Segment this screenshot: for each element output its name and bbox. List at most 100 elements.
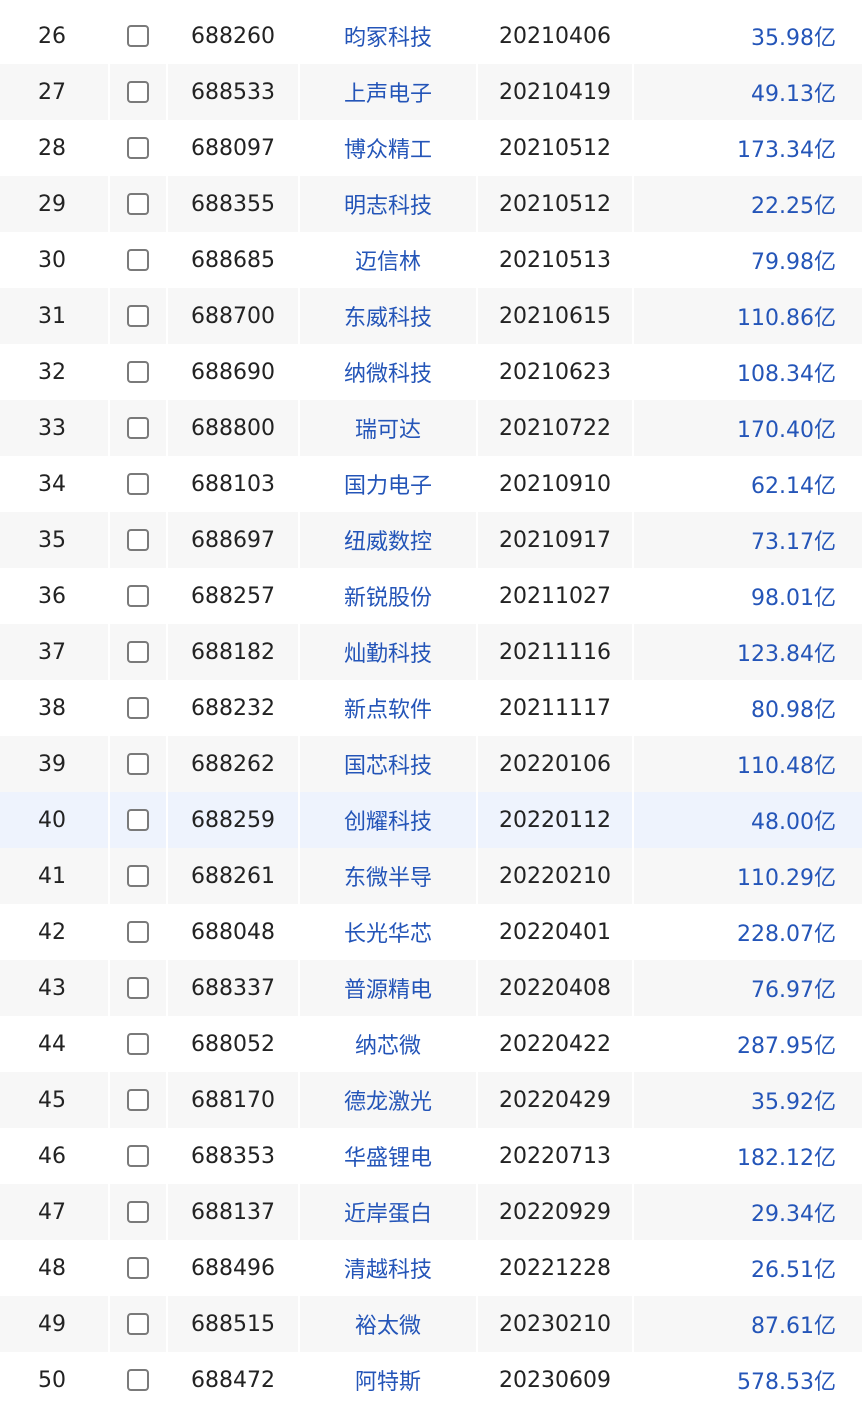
stock-name-link[interactable]: 近岸蛋白 [300,1184,478,1240]
table-row[interactable]: 49 688515 裕太微 20230210 87.61亿 [0,1296,868,1352]
market-cap-link[interactable]: 76.97亿 [634,960,858,1016]
market-cap-link[interactable]: 123.84亿 [634,624,858,680]
table-row[interactable]: 27 688533 上声电子 20210419 49.13亿 [0,64,868,120]
table-row[interactable]: 34 688103 国力电子 20210910 62.14亿 [0,456,868,512]
market-cap-link[interactable]: 182.12亿 [634,1128,858,1184]
market-cap-link[interactable]: 49.13亿 [634,64,858,120]
stock-name-link[interactable]: 阿特斯 [300,1352,478,1408]
table-row[interactable]: 50 688472 阿特斯 20230609 578.53亿 [0,1352,868,1408]
row-checkbox[interactable] [127,585,149,607]
table-row[interactable]: 33 688800 瑞可达 20210722 170.40亿 [0,400,868,456]
stock-name-link[interactable]: 迈信林 [300,232,478,288]
stock-name-link[interactable]: 纳微科技 [300,344,478,400]
row-checkbox[interactable] [127,641,149,663]
row-checkbox[interactable] [127,1145,149,1167]
row-checkbox[interactable] [127,1033,149,1055]
market-cap-link[interactable]: 110.48亿 [634,736,858,792]
table-row[interactable]: 36 688257 新锐股份 20211027 98.01亿 [0,568,868,624]
stock-name-link[interactable]: 上声电子 [300,64,478,120]
stock-name-link[interactable]: 纳芯微 [300,1016,478,1072]
table-row[interactable]: 30 688685 迈信林 20210513 79.98亿 [0,232,868,288]
row-checkbox[interactable] [127,249,149,271]
stock-name-link[interactable]: 瑞可达 [300,400,478,456]
row-checkbox[interactable] [127,865,149,887]
row-checkbox[interactable] [127,473,149,495]
stock-name-link[interactable]: 长光华芯 [300,904,478,960]
market-cap-link[interactable]: 110.86亿 [634,288,858,344]
table-row[interactable]: 40 688259 创耀科技 20220112 48.00亿 [0,792,868,848]
row-checkbox[interactable] [127,529,149,551]
stock-name-link[interactable]: 德龙激光 [300,1072,478,1128]
table-row[interactable]: 45 688170 德龙激光 20220429 35.92亿 [0,1072,868,1128]
table-row[interactable]: 32 688690 纳微科技 20210623 108.34亿 [0,344,868,400]
market-cap-link[interactable]: 79.98亿 [634,232,858,288]
table-row[interactable]: 41 688261 东微半导 20220210 110.29亿 [0,848,868,904]
row-checkbox[interactable] [127,25,149,47]
stock-name-link[interactable]: 清越科技 [300,1240,478,1296]
market-cap-link[interactable]: 287.95亿 [634,1016,858,1072]
table-row[interactable]: 35 688697 纽威数控 20210917 73.17亿 [0,512,868,568]
stock-name-link[interactable]: 东威科技 [300,288,478,344]
table-row[interactable]: 39 688262 国芯科技 20220106 110.48亿 [0,736,868,792]
table-row[interactable]: 38 688232 新点软件 20211117 80.98亿 [0,680,868,736]
market-cap-link[interactable]: 578.53亿 [634,1352,858,1408]
market-cap-link[interactable]: 228.07亿 [634,904,858,960]
stock-name-link[interactable]: 东微半导 [300,848,478,904]
table-row[interactable]: 31 688700 东威科技 20210615 110.86亿 [0,288,868,344]
stock-name-link[interactable]: 博众精工 [300,120,478,176]
market-cap-link[interactable]: 87.61亿 [634,1296,858,1352]
table-row[interactable]: 44 688052 纳芯微 20220422 287.95亿 [0,1016,868,1072]
market-cap-link[interactable]: 22.25亿 [634,176,858,232]
market-cap-link[interactable]: 29.34亿 [634,1184,858,1240]
table-row[interactable]: 48 688496 清越科技 20221228 26.51亿 [0,1240,868,1296]
market-cap-link[interactable]: 108.34亿 [634,344,858,400]
stock-name-link[interactable]: 华盛锂电 [300,1128,478,1184]
stock-name-link[interactable]: 裕太微 [300,1296,478,1352]
stock-name-link[interactable]: 普源精电 [300,960,478,1016]
row-checkbox[interactable] [127,417,149,439]
stock-name-link[interactable]: 国芯科技 [300,736,478,792]
row-checkbox[interactable] [127,977,149,999]
table-row[interactable]: 42 688048 长光华芯 20220401 228.07亿 [0,904,868,960]
row-checkbox[interactable] [127,753,149,775]
row-checkbox[interactable] [127,361,149,383]
row-checkbox[interactable] [127,137,149,159]
stock-name-link[interactable]: 昀冢科技 [300,8,478,64]
market-cap-link[interactable]: 80.98亿 [634,680,858,736]
market-cap-link[interactable]: 170.40亿 [634,400,858,456]
market-cap-link[interactable]: 98.01亿 [634,568,858,624]
row-checkbox[interactable] [127,1201,149,1223]
row-checkbox[interactable] [127,1089,149,1111]
row-checkbox[interactable] [127,1313,149,1335]
row-checkbox[interactable] [127,1257,149,1279]
market-cap-link[interactable]: 26.51亿 [634,1240,858,1296]
row-checkbox[interactable] [127,193,149,215]
stock-name-link[interactable]: 新点软件 [300,680,478,736]
market-cap-link[interactable]: 48.00亿 [634,792,858,848]
row-checkbox[interactable] [127,809,149,831]
row-checkbox[interactable] [127,697,149,719]
table-row[interactable]: 28 688097 博众精工 20210512 173.34亿 [0,120,868,176]
stock-name-link[interactable]: 明志科技 [300,176,478,232]
table-row[interactable]: 37 688182 灿勤科技 20211116 123.84亿 [0,624,868,680]
row-checkbox[interactable] [127,81,149,103]
market-cap-link[interactable]: 173.34亿 [634,120,858,176]
stock-name-link[interactable]: 创耀科技 [300,792,478,848]
table-row[interactable]: 43 688337 普源精电 20220408 76.97亿 [0,960,868,1016]
row-checkbox[interactable] [127,305,149,327]
stock-name-link[interactable]: 国力电子 [300,456,478,512]
market-cap-link[interactable]: 62.14亿 [634,456,858,512]
table-row[interactable]: 47 688137 近岸蛋白 20220929 29.34亿 [0,1184,868,1240]
market-cap-link[interactable]: 35.92亿 [634,1072,858,1128]
table-row[interactable]: 26 688260 昀冢科技 20210406 35.98亿 [0,8,868,64]
stock-name-link[interactable]: 纽威数控 [300,512,478,568]
row-checkbox[interactable] [127,1369,149,1391]
market-cap-link[interactable]: 73.17亿 [634,512,858,568]
market-cap-link[interactable]: 110.29亿 [634,848,858,904]
stock-name-link[interactable]: 新锐股份 [300,568,478,624]
row-checkbox[interactable] [127,921,149,943]
market-cap-link[interactable]: 35.98亿 [634,8,858,64]
table-row[interactable]: 46 688353 华盛锂电 20220713 182.12亿 [0,1128,868,1184]
table-row[interactable]: 29 688355 明志科技 20210512 22.25亿 [0,176,868,232]
stock-name-link[interactable]: 灿勤科技 [300,624,478,680]
